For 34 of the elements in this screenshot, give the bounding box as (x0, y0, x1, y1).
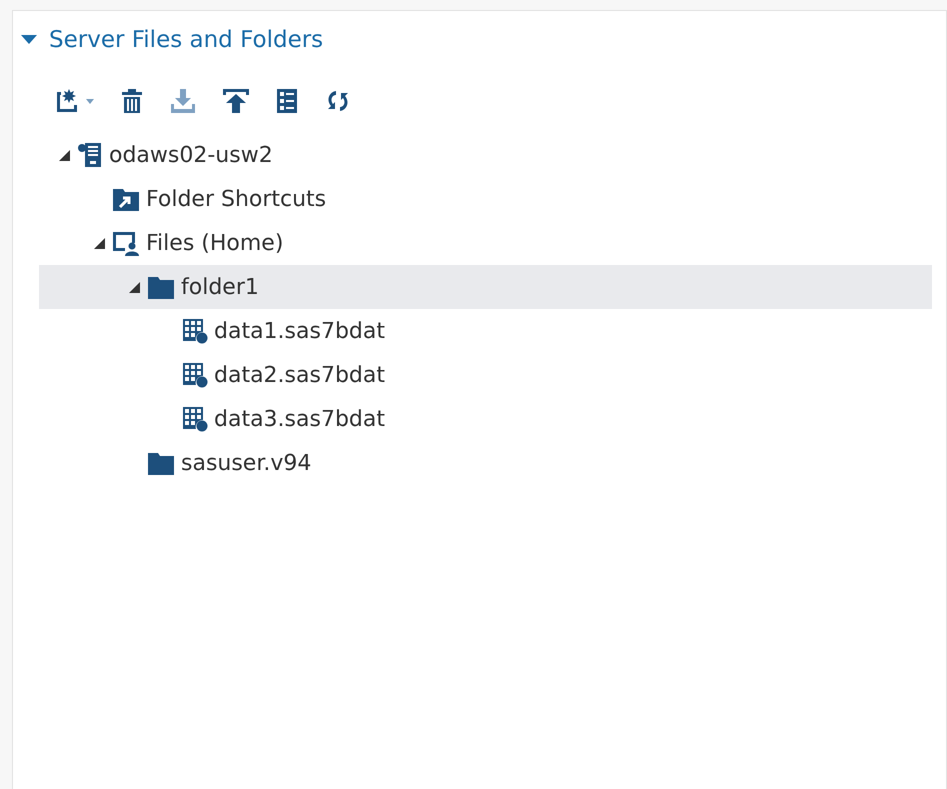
folder-icon (147, 450, 175, 476)
upload-icon (222, 88, 250, 114)
tree-row[interactable]: data1.sas7bdat (39, 309, 932, 353)
tree-item-label: data2.sas7bdat (214, 362, 385, 388)
tree-item-label: Folder Shortcuts (146, 186, 326, 212)
list-icon (276, 88, 298, 114)
download-icon (170, 88, 196, 114)
selected-tree-row[interactable]: folder1 (39, 265, 932, 309)
folder-icon (147, 274, 175, 300)
tree-row[interactable]: Files (Home) (39, 221, 932, 265)
monitor-user-icon (112, 230, 140, 256)
tree-item-label: folder1 (181, 274, 259, 300)
tree-row[interactable]: data2.sas7bdat (39, 353, 932, 397)
tree-row[interactable]: odaws02-usw2 (39, 133, 932, 177)
collapse-arrow-icon[interactable] (58, 150, 70, 160)
tree-row[interactable]: sasuser.v94 (39, 441, 932, 485)
data-table-icon (182, 406, 208, 432)
tree-row[interactable]: data3.sas7bdat (39, 397, 932, 441)
tree-item-label: Files (Home) (146, 230, 284, 256)
tree-item-label: data1.sas7bdat (214, 318, 385, 344)
collapse-arrow-icon[interactable] (128, 282, 140, 292)
tree-item-label: data3.sas7bdat (214, 406, 385, 432)
data-table-icon (182, 362, 208, 388)
collapse-caret-icon[interactable] (21, 35, 37, 45)
panel-title[interactable]: Server Files and Folders (49, 27, 324, 53)
dropdown-caret-icon[interactable] (86, 98, 94, 104)
tree-item-label: sasuser.v94 (181, 450, 312, 476)
collapse-arrow-icon[interactable] (94, 238, 104, 248)
tree-item-label: odaws02-usw2 (109, 142, 273, 168)
data-table-icon (182, 318, 208, 344)
tree-row[interactable]: Folder Shortcuts (39, 177, 932, 221)
server-icon (77, 142, 103, 168)
folder-shortcut-icon (112, 186, 140, 212)
trash-icon (120, 88, 144, 114)
